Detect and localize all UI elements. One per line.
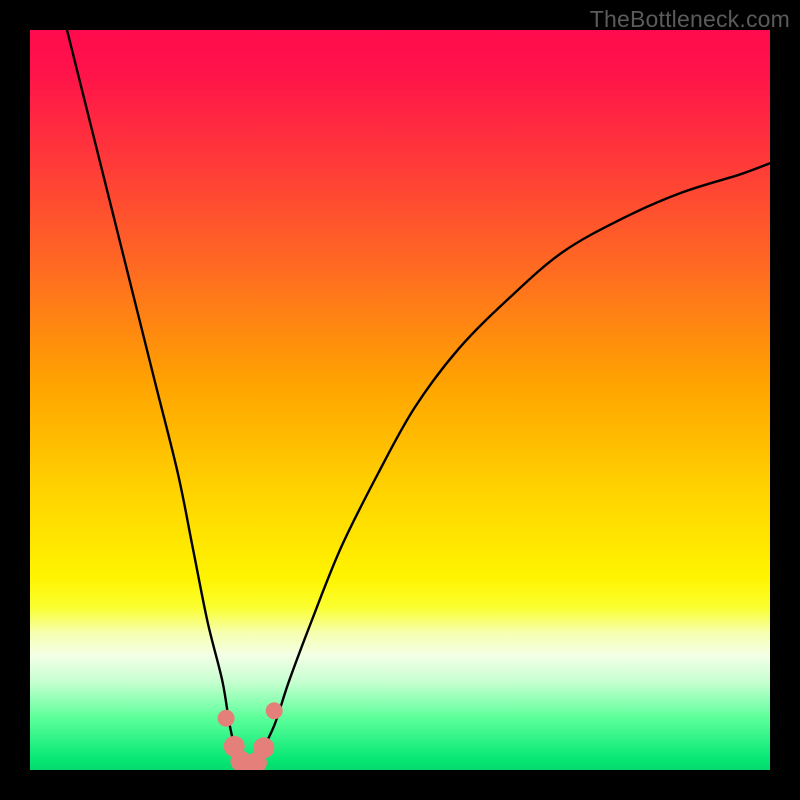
highlight-marker [253,737,274,758]
gradient-background [30,30,770,770]
chart-frame [30,30,770,770]
highlight-marker [266,702,283,719]
watermark-text: TheBottleneck.com [590,6,790,33]
highlight-marker [218,710,235,727]
bottleneck-chart [30,30,770,770]
